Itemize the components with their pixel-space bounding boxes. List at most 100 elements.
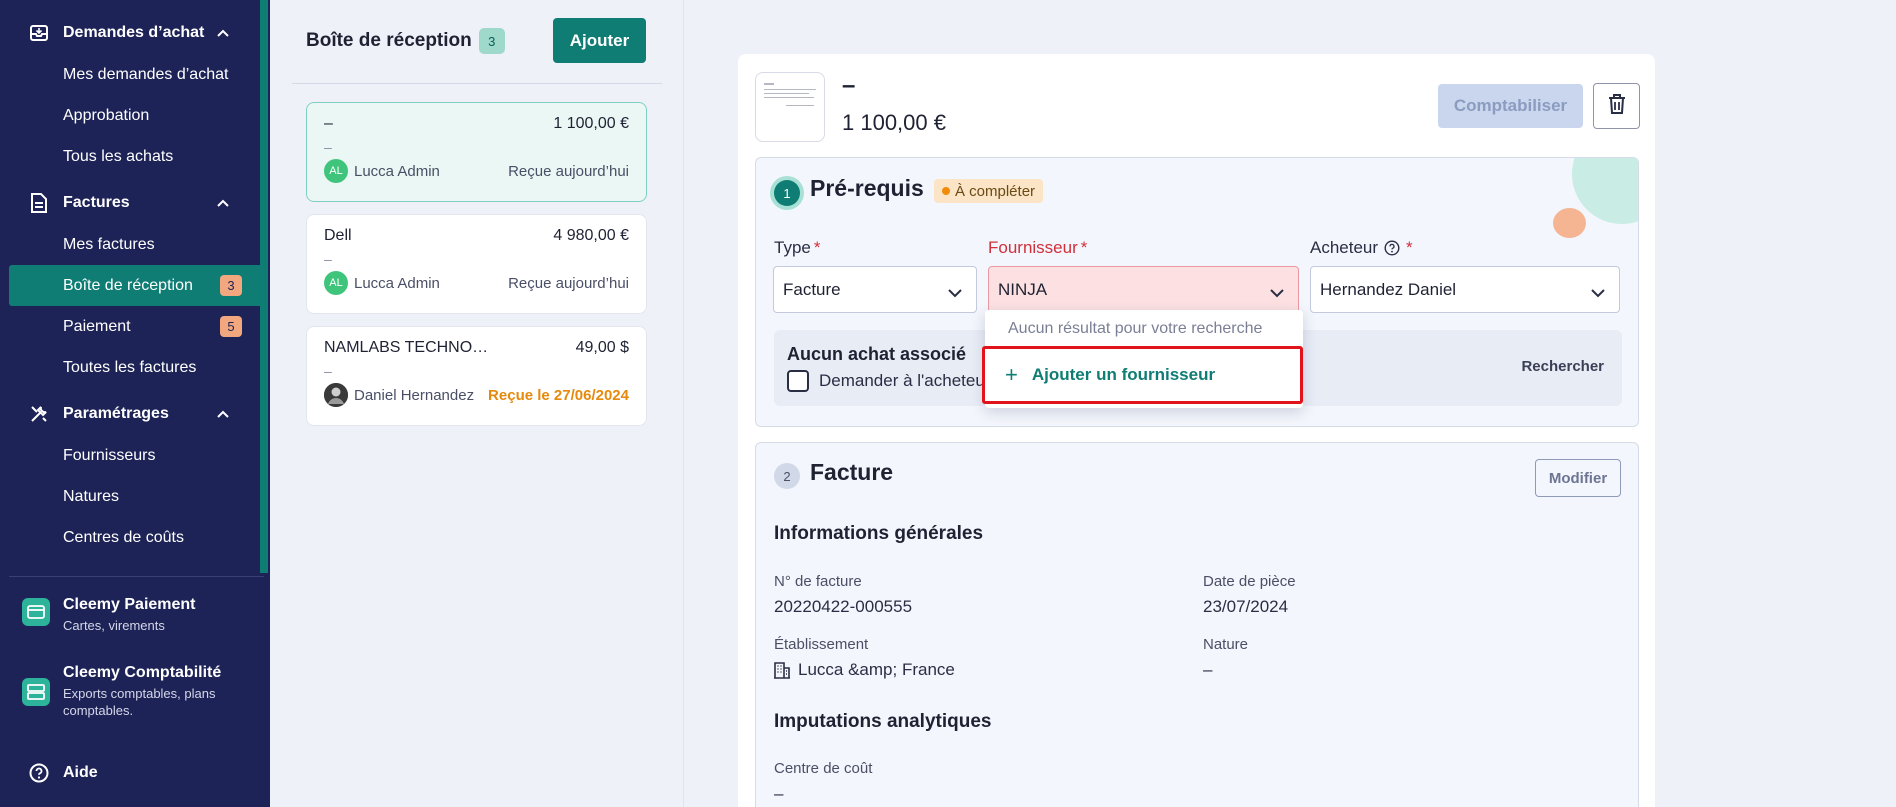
- card-received-date: Reçue le 27/06/2024: [488, 386, 629, 404]
- app-subtitle: Exports comptables, plans comptables.: [63, 686, 216, 718]
- app-link-cleemy-comptabilite[interactable]: Cleemy Comptabilité Exports comptables, …: [0, 664, 260, 719]
- invoice-card[interactable]: NAMLABS TECHNO… 49,00 $ – Daniel Hernande…: [306, 326, 647, 426]
- document-icon: [28, 192, 50, 214]
- edit-button[interactable]: Modifier: [1535, 459, 1621, 497]
- sidebar-item-fournisseurs[interactable]: Fournisseurs: [0, 435, 260, 476]
- sidebar-item-natures[interactable]: Natures: [0, 476, 260, 517]
- add-supplier-label: Ajouter un fournisseur: [1031, 365, 1216, 384]
- invoice-section: 2 Facture Modifier Informations générale…: [755, 442, 1639, 807]
- nav-group-header-factures[interactable]: Factures: [0, 182, 260, 224]
- decorative-shape: [1553, 208, 1586, 238]
- nav-group-title: Paramétrages: [63, 405, 169, 422]
- nav-group-header-parametrages[interactable]: Paramétrages: [0, 393, 260, 435]
- required-marker: *: [1406, 238, 1413, 257]
- card-subtitle: –: [324, 139, 332, 155]
- sidebar-item-label: Toutes les factures: [63, 358, 197, 376]
- inbox-tray-icon: [28, 22, 50, 44]
- general-info-heading: Informations générales: [774, 523, 984, 544]
- nav-group-parametrages: Paramétrages Fournisseurs Natures Centre…: [0, 393, 260, 558]
- label-text: Acheteur: [1310, 238, 1379, 257]
- sidebar-item-tous-les-achats[interactable]: Tous les achats: [0, 136, 260, 177]
- search-purchase-button[interactable]: Rechercher: [1521, 358, 1604, 375]
- required-marker: *: [813, 238, 821, 257]
- supplier-label: Fournisseur *: [988, 238, 1087, 258]
- sidebar-item-mes-factures[interactable]: Mes factures: [0, 224, 260, 265]
- label-text: Type: [774, 238, 811, 257]
- card-received-date: Reçue aujourd’hui: [508, 162, 629, 180]
- invoice-number-value: 20220422-000555: [774, 597, 913, 616]
- app-link-cleemy-paiement[interactable]: Cleemy Paiement Cartes, virements: [0, 596, 260, 634]
- delete-button[interactable]: [1593, 83, 1640, 129]
- sidebar-item-label: Mes demandes d’achat: [63, 65, 229, 83]
- document-thumbnail[interactable]: [755, 72, 825, 142]
- nature-value: –: [1203, 660, 1213, 679]
- chevron-down-icon: [1591, 283, 1605, 303]
- invoice-detail-panel: – 1 100,00 € Comptabiliser 1 Pré-requis …: [738, 54, 1655, 807]
- select-value: Hernandez Daniel: [1320, 279, 1457, 299]
- add-invoice-button[interactable]: Ajouter: [553, 18, 646, 63]
- invoice-card[interactable]: Dell 4 980,00 € – AL Lucca Admin Reçue auj…: [306, 214, 647, 314]
- supplier-select[interactable]: NINJA: [988, 266, 1299, 313]
- cost-center-label: Centre de coût: [774, 760, 873, 777]
- label-text: Fournisseur: [988, 238, 1078, 257]
- document-date-value: 23/07/2024: [1203, 597, 1289, 616]
- status-badge: À compléter: [934, 179, 1044, 203]
- sidebar-item-approbation[interactable]: Approbation: [0, 95, 260, 136]
- sidebar-item-paiement[interactable]: Paiement 5: [0, 306, 260, 347]
- tools-icon: [28, 403, 50, 425]
- app-title: Cleemy Comptabilité: [63, 664, 222, 681]
- inbox-title-text: Boîte de réception: [306, 30, 472, 51]
- card-user: Lucca Admin: [354, 274, 440, 292]
- sidebar-divider: [9, 576, 264, 577]
- card-user: Daniel Hernandez: [354, 386, 475, 404]
- inbox-count-badge: 3: [478, 28, 505, 54]
- sidebar-item-label: Paiement: [63, 317, 131, 335]
- required-marker: *: [1080, 238, 1088, 257]
- add-supplier-option[interactable]: + Ajouter un fournisseur: [982, 346, 1303, 404]
- sidebar-item-centres-de-couts[interactable]: Centres de coûts: [0, 517, 260, 558]
- checkbox[interactable]: [787, 370, 809, 392]
- sidebar-item-mes-demandes[interactable]: Mes demandes d’achat: [0, 54, 260, 95]
- card-subtitle: –: [324, 363, 332, 379]
- help-circle-icon[interactable]: [1384, 240, 1400, 256]
- sidebar-item-toutes-les-factures[interactable]: Toutes les factures: [0, 347, 260, 388]
- divider: [292, 83, 662, 84]
- avatar: AL: [324, 159, 348, 183]
- app-subtitle: Cartes, virements: [63, 618, 165, 633]
- select-value: Facture: [783, 279, 841, 299]
- analytics-heading: Imputations analytiques: [774, 711, 992, 732]
- establishment-value: Lucca &amp; France: [774, 660, 955, 680]
- sidebar-scrollbar[interactable]: [260, 0, 268, 573]
- nav-group-factures: Factures Mes factures Boîte de réception…: [0, 182, 260, 388]
- section-title: Facture: [810, 459, 894, 485]
- sidebar-item-label: Boîte de réception: [63, 276, 193, 294]
- select-value: NINJA: [998, 279, 1048, 299]
- sidebar-item-label: Mes factures: [63, 235, 155, 253]
- help-label: Aide: [63, 764, 98, 781]
- post-to-accounting-button[interactable]: Comptabiliser: [1438, 84, 1583, 128]
- card-subtitle: –: [324, 251, 332, 267]
- no-results-text: Aucun résultat pour votre recherche: [1008, 320, 1263, 337]
- sidebar-item-boite-de-reception[interactable]: Boîte de réception 3: [9, 265, 260, 306]
- app-title: Cleemy Paiement: [63, 596, 196, 613]
- step-number: 1: [774, 180, 800, 206]
- card-amount: 4 980,00 €: [553, 227, 629, 244]
- sidebar: Demandes d’achat Mes demandes d’achat Ap…: [0, 0, 270, 807]
- ask-buyer-checkbox[interactable]: Demander à l'acheteur: [787, 370, 990, 392]
- chevron-down-icon: [1270, 283, 1284, 303]
- buyer-select[interactable]: Hernandez Daniel: [1310, 266, 1620, 313]
- plus-icon: +: [1005, 362, 1018, 387]
- avatar: AL: [324, 271, 348, 295]
- invoice-card[interactable]: – 1 100,00 € – AL Lucca Admin Reçue aujour…: [306, 102, 647, 202]
- associated-purchase-title: Aucun achat associé: [787, 344, 967, 364]
- type-select[interactable]: Facture: [773, 266, 977, 313]
- inbox-title: Boîte de réception 3: [306, 28, 505, 54]
- help-link[interactable]: Aide: [0, 752, 260, 794]
- building-icon: [774, 661, 790, 679]
- count-badge: 5: [220, 316, 242, 337]
- step-number: 2: [774, 463, 800, 489]
- card-amount: 49,00 $: [575, 339, 629, 356]
- card-icon: [22, 598, 50, 626]
- checkbox-label: Demander à l'acheteur: [819, 371, 991, 390]
- nav-group-header-demandes[interactable]: Demandes d’achat: [0, 12, 260, 54]
